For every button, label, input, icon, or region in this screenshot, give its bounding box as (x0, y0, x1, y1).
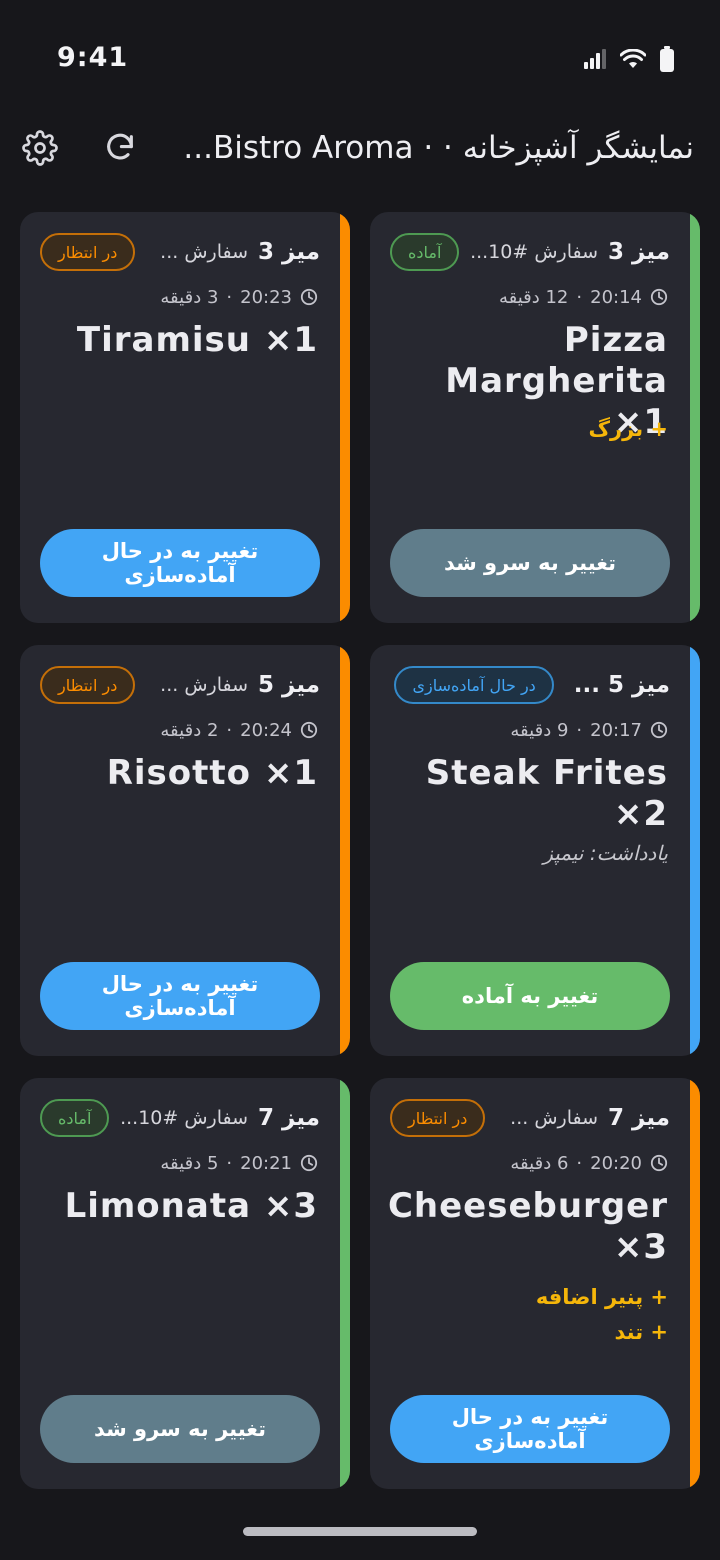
order-time: 20:14 (590, 286, 642, 308)
separator-dot: · (576, 286, 583, 308)
status-edge (690, 212, 700, 623)
order-time: 20:21 (240, 1152, 292, 1174)
orders-grid: میز 3 سفارش #10... آماده 20:14 · 12 دقیق… (20, 212, 700, 1489)
modifier-item: + تند (614, 1320, 669, 1344)
clock-icon (650, 721, 668, 739)
mark-ready-button[interactable]: تغییر به آماده (390, 962, 670, 1030)
wifi-icon (620, 49, 646, 68)
battery-icon (660, 46, 674, 72)
home-indicator[interactable] (243, 1527, 477, 1536)
app-bar: نمایشگر آشپزخانه · · Bistro Aroma... (0, 120, 720, 176)
card-header: میز 5 ... در حال آماده‌سازی (390, 665, 670, 705)
modifier-item: + بزرگ (588, 417, 668, 441)
separator-dot: · (576, 1152, 583, 1174)
clock-icon (300, 1154, 318, 1172)
time-row: 20:20 · 6 دقیقه (510, 1148, 668, 1178)
status-edge (690, 1078, 700, 1489)
time-row: 20:17 · 9 دقیقه (510, 715, 668, 745)
order-number: سفارش #10... (470, 241, 599, 263)
item-name: Cheeseburger ×3 (387, 1186, 668, 1267)
separator-dot: · (226, 286, 233, 308)
card-header: میز 7 سفارش #10... آماده (40, 1098, 320, 1138)
mark-served-button[interactable]: تغییر به سرو شد (40, 1395, 320, 1463)
separator-dot: · (226, 719, 233, 741)
table-label: میز 7 (258, 1105, 320, 1131)
order-time: 20:17 (590, 719, 642, 741)
clock-icon (300, 288, 318, 306)
elapsed-time: 5 دقیقه (160, 1152, 219, 1174)
card-header: میز 3 سفارش #10... آماده (390, 232, 670, 272)
status-edge (340, 1078, 350, 1489)
elapsed-time: 9 دقیقه (510, 719, 569, 741)
status-badge: در انتظار (390, 1099, 486, 1137)
elapsed-time: 3 دقیقه (160, 286, 219, 308)
order-time: 20:23 (240, 286, 292, 308)
clock-icon (650, 288, 668, 306)
item-name: Steak Frites ×2 (425, 753, 668, 834)
time-row: 20:24 · 2 دقیقه (160, 715, 318, 745)
item-name: Risotto ×1 (106, 753, 318, 793)
elapsed-time: 2 دقیقه (160, 719, 219, 741)
table-label: میز 7 (608, 1105, 670, 1131)
status-bar: 9:41 (0, 0, 720, 120)
status-edge (340, 645, 350, 1056)
modifier-item: + پنیر اضافه (535, 1285, 668, 1309)
mark-preparing-button[interactable]: تغییر به در حال آماده‌سازی (40, 962, 320, 1030)
modifiers: + بزرگ (390, 412, 668, 447)
table-label: میز 5 (258, 672, 320, 698)
refresh-icon (107, 133, 133, 160)
order-card: میز 7 سفارش #10... آماده 20:21 · 5 دقیقه… (20, 1078, 350, 1489)
order-note: یادداشت: نیمپز (543, 841, 668, 865)
modifiers: + پنیر اضافه + تند (390, 1280, 668, 1350)
page-title: نمایشگر آشپزخانه · · Bistro Aroma... (184, 130, 694, 166)
order-number: سفارش ... (160, 674, 249, 696)
order-card: میز 5 سفارش ... در انتظار 20:24 · 2 دقیق… (20, 645, 350, 1056)
mark-preparing-button[interactable]: تغییر به در حال آماده‌سازی (390, 1395, 670, 1463)
time-row: 20:23 · 3 دقیقه (160, 282, 318, 312)
elapsed-time: 6 دقیقه (510, 1152, 569, 1174)
signal-icon (584, 49, 606, 69)
status-badge: در حال آماده‌سازی (394, 666, 554, 704)
order-time: 20:24 (240, 719, 292, 741)
card-header: میز 3 سفارش ... در انتظار (40, 232, 320, 272)
order-number: سفارش ... (160, 241, 249, 263)
order-number: سفارش ... (510, 1107, 599, 1129)
order-card: میز 7 سفارش ... در انتظار 20:20 · 6 دقیق… (370, 1078, 700, 1489)
elapsed-time: 12 دقیقه (498, 286, 569, 308)
order-time: 20:20 (590, 1152, 642, 1174)
settings-button[interactable] (20, 128, 60, 168)
refresh-button[interactable] (100, 128, 140, 168)
table-label: میز 5 ... (573, 672, 670, 698)
clock-icon (300, 721, 318, 739)
order-number: سفارش #10... (120, 1107, 249, 1129)
item-name: Limonata ×3 (64, 1186, 318, 1226)
status-edge (340, 212, 350, 623)
gear-icon (22, 130, 58, 166)
mark-preparing-button[interactable]: تغییر به در حال آماده‌سازی (40, 529, 320, 597)
order-card: میز 3 سفارش ... در انتظار 20:23 · 3 دقیق… (20, 212, 350, 623)
item-name: Tiramisu ×1 (76, 320, 318, 360)
time-row: 20:21 · 5 دقیقه (160, 1148, 318, 1178)
status-badge: آماده (40, 1099, 110, 1137)
card-header: میز 7 سفارش ... در انتظار (390, 1098, 670, 1138)
order-card: میز 5 ... در حال آماده‌سازی 20:17 · 9 دق… (370, 645, 700, 1056)
status-edge (690, 645, 700, 1056)
order-card: میز 3 سفارش #10... آماده 20:14 · 12 دقیق… (370, 212, 700, 623)
status-badge: در انتظار (40, 666, 136, 704)
status-badge: در انتظار (40, 233, 136, 271)
table-label: میز 3 (258, 239, 320, 265)
card-header: میز 5 سفارش ... در انتظار (40, 665, 320, 705)
table-label: میز 3 (608, 239, 670, 265)
status-icons (584, 46, 674, 72)
mark-served-button[interactable]: تغییر به سرو شد (390, 529, 670, 597)
time-row: 20:14 · 12 دقیقه (499, 282, 668, 312)
status-badge: آماده (390, 233, 460, 271)
separator-dot: · (226, 1152, 233, 1174)
clock-icon (650, 1154, 668, 1172)
status-time: 9:41 (57, 42, 129, 73)
separator-dot: · (576, 719, 583, 741)
